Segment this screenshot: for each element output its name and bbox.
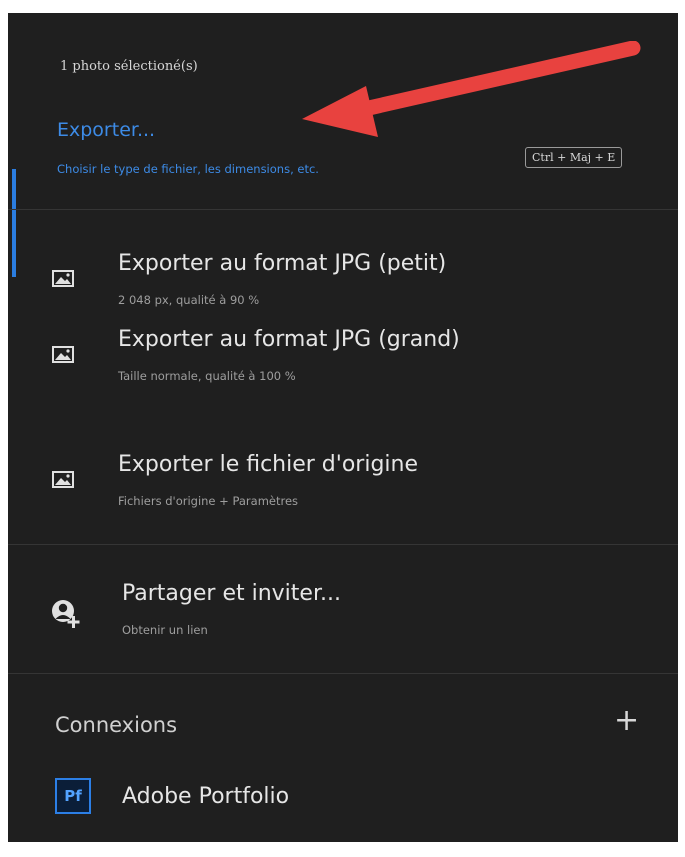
item-subtitle: 2 048 px, qualité à 90 %: [118, 293, 260, 307]
connections-heading: Connexions: [55, 713, 178, 737]
add-person-icon: [52, 600, 80, 628]
export-original-item[interactable]: Exporter le fichier d'origine Fichiers d…: [8, 452, 678, 542]
adobe-portfolio-item[interactable]: Adobe Portfolio: [122, 784, 289, 809]
divider: [8, 209, 678, 210]
share-subtitle: Obtenir un lien: [122, 623, 208, 637]
divider: [8, 673, 678, 674]
annotation-arrow-icon: [302, 41, 641, 137]
export-subtitle: Choisir le type de fichier, les dimensio…: [57, 162, 319, 176]
image-icon: [52, 270, 74, 287]
share-invite-item[interactable]: Partager et inviter... Obtenir un lien: [8, 581, 678, 661]
export-jpg-large-item[interactable]: Exporter au format JPG (grand) Taille no…: [8, 327, 678, 417]
export-title: Exporter...: [57, 119, 156, 141]
item-title: Exporter au format JPG (grand): [118, 327, 460, 352]
selection-count: 1 photo sélectioné(s): [60, 59, 198, 74]
export-menu-panel: 1 photo sélectioné(s) Exporter... Choisi…: [8, 13, 678, 842]
item-title: Exporter au format JPG (petit): [118, 251, 447, 276]
image-icon: [52, 471, 74, 488]
share-title: Partager et inviter...: [122, 581, 341, 606]
image-icon: [52, 346, 74, 363]
item-subtitle: Taille normale, qualité à 100 %: [118, 369, 296, 383]
adobe-portfolio-logo: Pf: [55, 778, 91, 814]
item-subtitle: Fichiers d'origine + Paramètres: [118, 494, 299, 508]
item-title: Exporter le fichier d'origine: [118, 452, 418, 477]
divider: [8, 544, 678, 545]
plus-icon[interactable]: +: [614, 706, 639, 736]
